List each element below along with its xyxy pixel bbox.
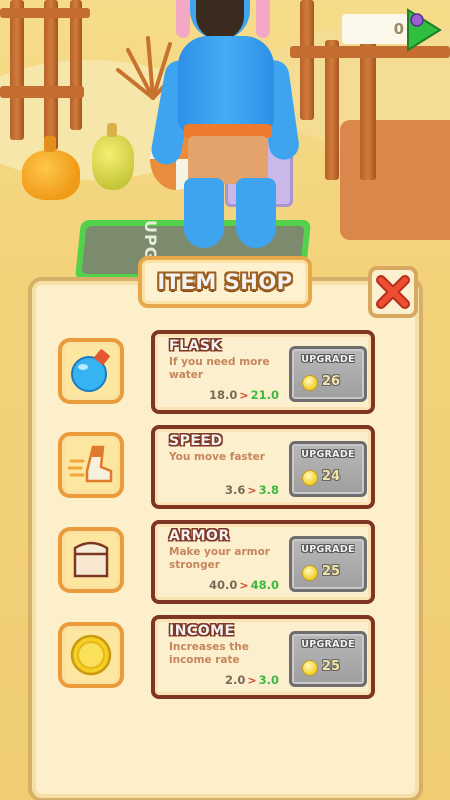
close-button[interactable] [368,266,418,318]
upgrade-button[interactable]: UPGRADE 25 [289,631,367,687]
item-icon-income [58,622,124,688]
shop-item-card: INCOME Increases the income rate 2.0 >3.0… [151,615,375,699]
boot-speed-icon [67,445,113,483]
coin-icon [302,565,318,581]
upgrade-label: UPGRADE [301,544,355,555]
upgrade-price: 25 [322,659,341,674]
wooden-post [10,0,24,140]
item-description: You move faster [169,451,265,463]
upgrade-price: 25 [322,564,341,579]
armor-icon [73,541,109,578]
wooden-post [300,0,314,120]
upgrade-label: UPGRADE [301,354,355,365]
item-stats: 40.0 >48.0 [209,578,279,592]
upgrade-button[interactable]: UPGRADE 26 [289,346,367,402]
wooden-beam [0,86,84,98]
shop-item-card: SPEED You move faster 3.6 >3.8 UPGRADE 24 [151,425,375,509]
item-name: INCOME [169,623,235,639]
shop-title: ITEM SHOP [138,256,312,308]
item-stats: 2.0 >3.0 [225,673,279,687]
wooden-beam [0,8,90,18]
upgrade-price: 26 [322,374,341,389]
coin-icon [302,375,318,391]
upgrade-price: 24 [322,469,341,484]
upgrade-label: UPGRADE [301,639,355,650]
item-name: SPEED [169,433,223,449]
item-icon-speed [58,432,124,498]
item-stats: 18.0 >21.0 [209,388,279,402]
shop-item-card: ARMOR Make your armor stronger 40.0 >48.0… [151,520,375,604]
currency-value: 0 [393,20,404,38]
flask-icon [71,349,110,392]
coin-icon [302,660,318,676]
green-gem-arrow-icon [407,8,442,52]
close-x-icon [376,275,410,309]
item-description: Make your armor stronger [169,546,270,571]
upgrade-button[interactable]: UPGRADE 24 [289,441,367,497]
wooden-counter [340,120,450,240]
wooden-post [325,40,339,180]
item-name: ARMOR [169,528,230,544]
item-description: Increases the income rate [169,641,249,666]
orange-potion [22,136,80,200]
item-icon-flask [58,338,124,404]
item-icon-armor [58,527,124,593]
item-stats: 3.6 >3.8 [225,483,279,497]
coin-icon [302,470,318,486]
wooden-post [70,0,82,130]
item-name: FLASK [169,338,222,354]
upgrade-button[interactable]: UPGRADE 25 [289,536,367,592]
item-description: If you need more water [169,356,270,381]
yellow-potion [92,123,134,190]
wooden-post [44,0,58,150]
coin-icon [70,634,112,676]
upgrade-label: UPGRADE [301,449,355,460]
shop-item-card: FLASK If you need more water 18.0 >21.0 U… [151,330,375,414]
